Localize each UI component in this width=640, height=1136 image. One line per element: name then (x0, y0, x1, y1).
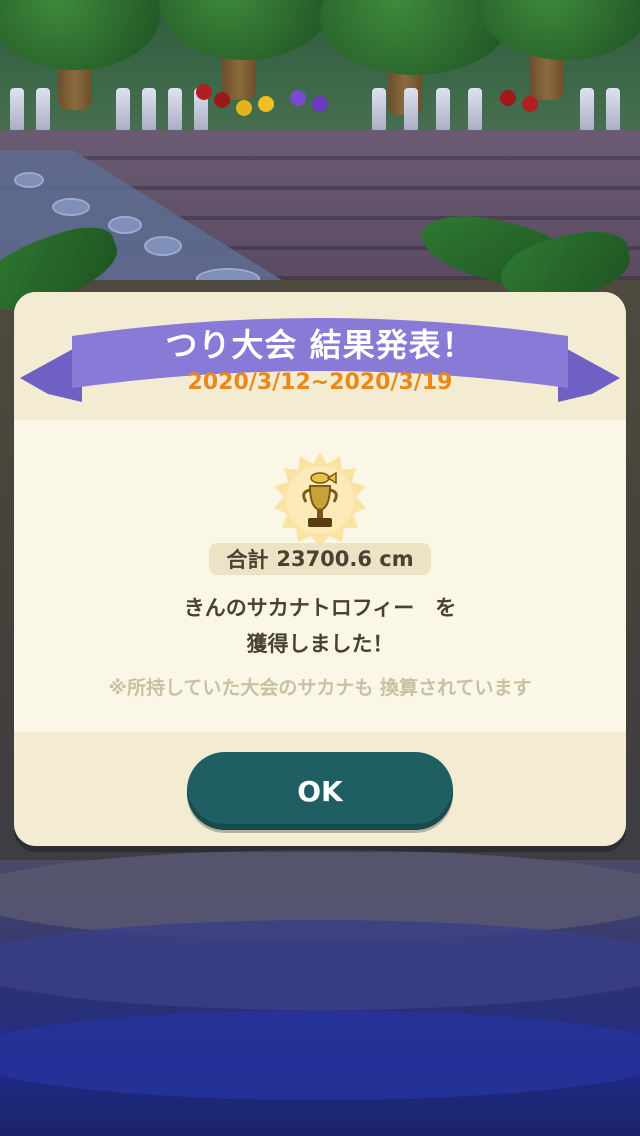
reward-message-line2: 獲得しました！ (246, 632, 394, 656)
flower (214, 92, 230, 108)
flower (258, 96, 274, 112)
flower (522, 96, 538, 112)
path-stone (108, 216, 142, 234)
fence-post (36, 88, 50, 132)
fence-post (606, 88, 620, 132)
fence-post (468, 88, 482, 132)
fence-post (10, 88, 24, 132)
path-stone (52, 198, 90, 216)
total-label: 合計 (226, 548, 269, 572)
fence-post (436, 88, 450, 132)
trophy-badge (274, 452, 366, 548)
ok-button[interactable]: OK (187, 752, 453, 830)
fence-post (372, 88, 386, 132)
reward-message-line1: きんのサカナトロフィー を (183, 596, 457, 620)
fence-post (404, 88, 418, 132)
fence-post (168, 88, 182, 132)
flower (290, 90, 306, 106)
path-stone (144, 236, 182, 256)
flower (196, 84, 212, 100)
event-period: 2020/3/12~2020/3/19 (187, 370, 453, 395)
flower (500, 90, 516, 106)
flower (236, 100, 252, 116)
fence-post (580, 88, 594, 132)
dialog-title: つり大会 結果発表！ (165, 326, 475, 364)
wave (0, 920, 640, 1010)
total-length-badge: 合計 23700.6 cm (209, 543, 431, 575)
total-value: 23700.6 cm (276, 547, 414, 571)
conversion-note: ※所持していた大会のサカナも 換算されています (108, 677, 532, 699)
result-dialog: つり大会 結果発表！ 2020/3/12~2020/3/19 合計 23700.… (14, 292, 626, 846)
wave (0, 1010, 640, 1100)
path-stone (14, 172, 44, 188)
flower (312, 96, 328, 112)
fence-post (142, 88, 156, 132)
fence-post (116, 88, 130, 132)
